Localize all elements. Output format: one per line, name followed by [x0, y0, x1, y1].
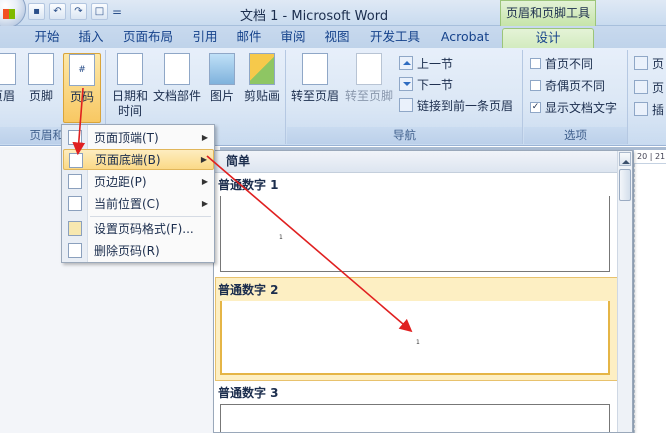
arrow-up-icon — [399, 56, 413, 70]
footer-position-icon — [634, 80, 648, 94]
undo-icon[interactable]: ↶ — [49, 3, 66, 20]
goto-footer-button: 转至页脚 — [343, 53, 395, 104]
scroll-thumb[interactable] — [619, 169, 631, 201]
current-position-icon — [68, 196, 82, 211]
top-of-page-icon — [68, 130, 82, 145]
clip-art-icon — [249, 53, 275, 85]
tab-developer[interactable]: 开发工具 — [364, 28, 426, 48]
arrow-down-icon — [399, 77, 413, 91]
goto-header-button[interactable]: 转至页眉 — [289, 53, 341, 104]
checkbox-unchecked-icon — [530, 57, 541, 69]
header-icon — [0, 53, 16, 85]
quick-access-toolbar: ▪ ↶ ↷ □ = — [28, 3, 122, 20]
document-page-right[interactable] — [634, 164, 666, 433]
clip-art-button[interactable]: 剪贴画 — [242, 53, 282, 104]
tab-references[interactable]: 引用 — [188, 28, 222, 48]
page-number-preview: 1 — [279, 234, 283, 241]
header-position-icon — [634, 56, 648, 70]
gallery-item-plain-number-3[interactable] — [220, 404, 610, 432]
gallery-item-title: 普通数字 2 — [218, 283, 279, 297]
submenu-arrow-icon: ▶ — [201, 133, 208, 142]
page-margins-icon — [68, 174, 82, 189]
ribbon-tabs: 开始 插入 页面布局 引用 邮件 审阅 视图 开发工具 Acrobat 设计 — [0, 26, 666, 48]
menu-separator — [90, 216, 211, 217]
next-section-button[interactable]: 下一节 — [399, 75, 453, 93]
tab-home[interactable]: 开始 — [30, 28, 64, 48]
page-number-preview: 1 — [416, 339, 420, 346]
gallery-item-plain-number-2[interactable]: 1 — [220, 301, 610, 375]
checkbox-unchecked-icon — [530, 79, 541, 91]
document-icon[interactable]: □ — [91, 3, 108, 20]
link-to-previous-button[interactable]: 链接到前一条页眉 — [399, 96, 513, 114]
tab-view[interactable]: 视图 — [320, 28, 354, 48]
customize-qat-button[interactable]: = — [112, 5, 122, 19]
date-time-button[interactable]: 日期和 时间 — [110, 53, 150, 119]
checkbox-checked-icon: ✓ — [530, 101, 541, 113]
tab-page-layout[interactable]: 页面布局 — [118, 28, 178, 48]
gallery-item-title: 普通数字 1 — [218, 178, 279, 192]
save-icon[interactable]: ▪ — [28, 3, 45, 20]
menu-item-bottom-of-page[interactable]: 页面底端(B) ▶ — [63, 149, 214, 170]
group-position: 页 页 插 — [630, 50, 666, 144]
menu-item-page-margins[interactable]: 页边距(P) ▶ — [63, 171, 214, 192]
submenu-arrow-icon: ▶ — [201, 177, 208, 186]
group-label-options: 选项 — [524, 127, 627, 144]
group-navigation: 转至页眉 转至页脚 上一节 下一节 链接到前一条页眉 导航 — [287, 50, 523, 144]
format-page-numbers-icon — [68, 221, 82, 236]
show-document-text-checkbox[interactable]: ✓ 显示文档文字 — [530, 98, 617, 116]
bottom-of-page-icon — [69, 153, 83, 168]
tab-review[interactable]: 审阅 — [276, 28, 310, 48]
different-first-page-checkbox[interactable]: 首页不同 — [530, 54, 593, 72]
office-button[interactable] — [0, 0, 26, 28]
menu-item-current-position[interactable]: 当前位置(C) ▶ — [63, 193, 214, 214]
gallery-item-plain-number-1[interactable]: 1 — [220, 196, 610, 272]
horizontal-ruler: 20 | 21 — [634, 150, 666, 164]
header-button[interactable]: 页眉 — [0, 53, 18, 104]
remove-page-numbers-icon — [68, 243, 82, 258]
footer-position-control[interactable]: 页 — [634, 78, 664, 96]
gallery-section-header: 简单 — [214, 151, 619, 173]
group-options: 首页不同 奇偶页不同 ✓ 显示文档文字 选项 — [524, 50, 628, 144]
tab-mailings[interactable]: 邮件 — [232, 28, 266, 48]
goto-footer-icon — [356, 53, 382, 85]
alignment-tab-icon — [634, 102, 648, 116]
previous-section-button[interactable]: 上一节 — [399, 54, 453, 72]
scroll-up-arrow-icon[interactable] — [619, 152, 631, 166]
page-number-button[interactable]: # 页码 — [63, 53, 101, 123]
title-bar: ▪ ↶ ↷ □ = 文档 1 - Microsoft Word 页眉和页脚工具 — [0, 0, 666, 28]
tab-acrobat[interactable]: Acrobat — [434, 28, 496, 48]
tab-insert[interactable]: 插入 — [74, 28, 108, 48]
context-tab-group-label: 页眉和页脚工具 — [500, 0, 596, 26]
page-number-icon: # — [69, 54, 95, 86]
goto-header-icon — [302, 53, 328, 85]
quick-parts-button[interactable]: 文档部件 — [152, 53, 202, 104]
menu-item-format-page-numbers[interactable]: 设置页码格式(F)... — [63, 218, 214, 239]
gallery-item-title: 普通数字 3 — [218, 386, 279, 400]
quick-parts-icon — [164, 53, 190, 85]
redo-icon[interactable]: ↷ — [70, 3, 87, 20]
page-number-menu: 页面顶端(T) ▶ 页面底端(B) ▶ 页边距(P) ▶ 当前位置(C) ▶ 设… — [61, 124, 215, 263]
picture-icon — [209, 53, 235, 85]
footer-button[interactable]: 页脚 — [26, 53, 56, 104]
picture-button[interactable]: 图片 — [206, 53, 238, 104]
page-bottom-gallery: 简单 普通数字 1 1 普通数字 2 1 普通数字 3 — [213, 150, 633, 433]
submenu-arrow-icon: ▶ — [201, 199, 208, 208]
link-icon — [399, 98, 413, 112]
different-odd-even-checkbox[interactable]: 奇偶页不同 — [530, 76, 605, 94]
group-label-navigation: 导航 — [287, 127, 522, 144]
menu-item-top-of-page[interactable]: 页面顶端(T) ▶ — [63, 127, 214, 148]
submenu-arrow-icon: ▶ — [200, 155, 207, 164]
menu-item-remove-page-numbers[interactable]: 删除页码(R) — [63, 240, 214, 261]
tab-design[interactable]: 设计 — [502, 28, 594, 48]
footer-icon — [28, 53, 54, 85]
insert-alignment-tab-button[interactable]: 插 — [634, 100, 664, 118]
window-title: 文档 1 - Microsoft Word — [240, 9, 389, 24]
header-position-control[interactable]: 页 — [634, 54, 664, 72]
calendar-icon — [117, 53, 143, 85]
margin-guide — [634, 164, 635, 433]
gallery-scrollbar[interactable] — [617, 151, 632, 432]
